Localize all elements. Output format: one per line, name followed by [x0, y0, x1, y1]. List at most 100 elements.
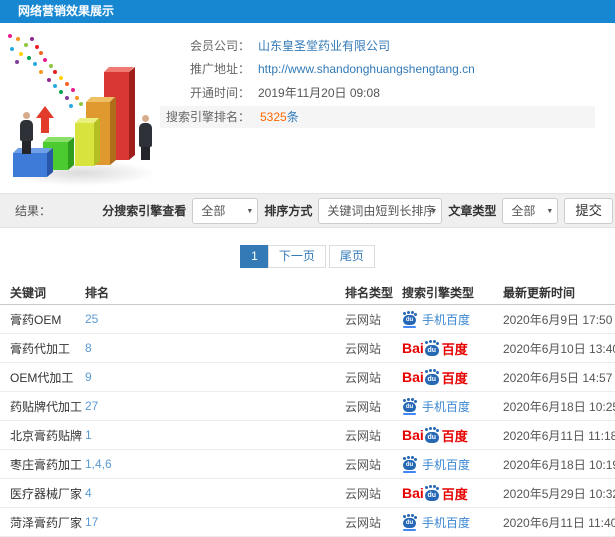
keyword-cell: OEM代加工: [10, 370, 74, 385]
table-body: 膏药OEM 25 云网站 du 手机百度 2020年6月9日 17:50 膏药代加工 8 云网站…: [0, 305, 615, 537]
yellow-bar-icon: [75, 123, 94, 166]
baidu-paw-icon: du: [424, 427, 441, 443]
keyword-cell: 枣庄膏药加工: [10, 457, 83, 472]
rank-type-cell: 云网站: [345, 341, 382, 356]
mobile-baidu-badge: du 手机百度: [402, 456, 470, 473]
sort-label: 排序方式: [264, 204, 313, 218]
updated-cell: 2020年6月11日 11:40: [503, 515, 615, 530]
updated-cell: 2020年6月11日 11:18: [503, 428, 615, 443]
promo-url-link[interactable]: http://www.shandonghuangshengtang.cn: [258, 59, 475, 79]
ranking-count-label: 搜索引擎排名：: [165, 110, 250, 124]
promo-url-field: 推广地址： http://www.shandonghuangshengtang.…: [0, 59, 615, 79]
mobile-baidu-paw-icon: du: [402, 398, 417, 415]
rank-link[interactable]: 25: [85, 312, 345, 326]
engine-cell: du 手机百度: [402, 456, 503, 473]
keyword-cell: 膏药代加工: [10, 341, 71, 356]
table-row: OEM代加工 9 云网站 Bai du 百度 2020年6月5日 14:57: [0, 363, 615, 392]
keyword-cell: 医疗器械厂家: [10, 486, 83, 501]
pagination: 1 下一页 尾页: [0, 245, 615, 268]
mobile-baidu-label: 手机百度: [422, 399, 471, 414]
mobile-baidu-badge: du 手机百度: [402, 311, 470, 328]
company-label: 会员公司：: [189, 39, 250, 53]
company-link[interactable]: 山东皇圣堂药业有限公司: [258, 36, 390, 56]
page-1-button[interactable]: 1: [240, 245, 269, 268]
ranking-count-number: 5325: [260, 110, 287, 124]
engine-cell: du 手机百度: [402, 311, 503, 328]
article-type-select[interactable]: 全部 ▼: [502, 197, 559, 224]
filter-controls: 分搜索引擎查看 全部 ▼ 排序方式 关键词由短到长排序 ▼ 文章类型 全部 ▼ …: [102, 197, 613, 224]
sort-selected: 关键词由短到长排序: [327, 203, 436, 218]
underline-icon: [403, 325, 416, 328]
filter-toolbar: 结果： 分搜索引擎查看 全部 ▼ 排序方式 关键词由短到长排序 ▼ 文章类型 全…: [0, 193, 615, 228]
rank-link[interactable]: 4: [85, 486, 345, 500]
rank-link[interactable]: 27: [85, 399, 345, 413]
chevron-down-icon: ▼: [546, 207, 554, 215]
rank-type-cell: 云网站: [345, 399, 382, 414]
engine-view-label: 分搜索引擎查看: [102, 204, 187, 218]
chevron-down-icon: ▼: [246, 207, 254, 215]
keyword-cell: 菏泽膏药厂家: [10, 515, 83, 530]
engine-cell: Bai du 百度: [402, 484, 503, 503]
baidu-paw-icon: du: [424, 369, 441, 385]
mobile-baidu-badge: du 手机百度: [402, 398, 470, 415]
businessman-right-icon: [139, 115, 152, 160]
page-title: 网络营销效果展示: [18, 4, 115, 18]
company-field: 会员公司： 山东皇圣堂药业有限公司: [0, 36, 615, 56]
table-row: 药贴牌代加工 27 云网站 du 手机百度 2020年6月18日 10:25: [0, 392, 615, 421]
underline-icon: [403, 412, 416, 415]
baidu-logo-icon: Bai du 百度: [402, 340, 468, 357]
underline-icon: [403, 470, 416, 473]
rank-link[interactable]: 1,4,6: [85, 457, 345, 471]
title-bar: 网络营销效果展示: [0, 0, 615, 23]
next-page-button[interactable]: 下一页: [267, 245, 326, 268]
rank-link[interactable]: 17: [85, 515, 345, 529]
sort-select[interactable]: 关键词由短到长排序 ▼: [318, 197, 443, 224]
table-header-row: 关键词 排名 排名类型 搜索引擎类型 最新更新时间: [0, 283, 615, 305]
header-rank-type: 排名类型: [345, 286, 394, 300]
engine-cell: du 手机百度: [402, 398, 503, 415]
mobile-baidu-paw-icon: du: [402, 311, 417, 328]
mobile-baidu-badge: du 手机百度: [402, 514, 470, 531]
rank-type-cell: 云网站: [345, 370, 382, 385]
mobile-baidu-label: 手机百度: [422, 457, 471, 472]
updated-cell: 2020年6月18日 10:19: [503, 457, 615, 472]
keyword-cell: 药贴牌代加工: [10, 399, 83, 414]
rank-link[interactable]: 8: [85, 341, 345, 355]
businessman-left-icon: [20, 112, 33, 154]
submit-button[interactable]: 提交: [564, 197, 613, 224]
header-updated: 最新更新时间: [503, 286, 576, 300]
info-section: 会员公司： 山东皇圣堂药业有限公司 推广地址： http://www.shand…: [0, 30, 615, 190]
keyword-cell: 北京膏药贴牌: [10, 428, 83, 443]
article-type-label: 文章类型: [448, 204, 497, 218]
table-row: 膏药代加工 8 云网站 Bai du 百度 2020年6月10日 13:40: [0, 334, 615, 363]
article-type-selected: 全部: [511, 203, 536, 218]
engine-cell: Bai du 百度: [402, 339, 503, 358]
last-page-button[interactable]: 尾页: [328, 245, 375, 268]
underline-icon: [403, 528, 416, 531]
rank-type-cell: 云网站: [345, 428, 382, 443]
rank-type-cell: 云网站: [345, 486, 382, 501]
result-label: 结果：: [15, 204, 52, 218]
up-arrow-icon: [36, 106, 54, 134]
rank-type-cell: 云网站: [345, 312, 382, 327]
updated-cell: 2020年6月18日 10:25: [503, 399, 615, 414]
ranking-count-field: 搜索引擎排名： 5325条: [160, 106, 595, 128]
engine-cell: Bai du 百度: [402, 368, 503, 387]
table-row: 膏药OEM 25 云网站 du 手机百度 2020年6月9日 17:50: [0, 305, 615, 334]
baidu-paw-icon: du: [424, 340, 441, 356]
rank-link[interactable]: 1: [85, 428, 345, 442]
table-row: 北京膏药贴牌 1 云网站 Bai du 百度 2020年6月11日 11:18: [0, 421, 615, 450]
engine-view-select[interactable]: 全部 ▼: [192, 197, 259, 224]
engine-view-selected: 全部: [201, 203, 226, 218]
header-engine-type: 搜索引擎类型: [402, 286, 475, 300]
results-table: 关键词 排名 排名类型 搜索引擎类型 最新更新时间 膏药OEM 25 云网站 du 手机…: [0, 283, 615, 537]
rank-type-cell: 云网站: [345, 515, 382, 530]
ranking-count-value: 5325条: [260, 106, 299, 128]
rank-link[interactable]: 9: [85, 370, 345, 384]
baidu-logo-icon: Bai du 百度: [402, 485, 468, 502]
ranking-count-unit[interactable]: 条: [287, 110, 299, 124]
baidu-logo-icon: Bai du 百度: [402, 427, 468, 444]
updated-cell: 2020年6月5日 14:57: [503, 370, 613, 385]
header-keyword: 关键词: [10, 286, 47, 300]
table-row: 菏泽膏药厂家 17 云网站 du 手机百度 2020年6月11日 11:40: [0, 508, 615, 537]
